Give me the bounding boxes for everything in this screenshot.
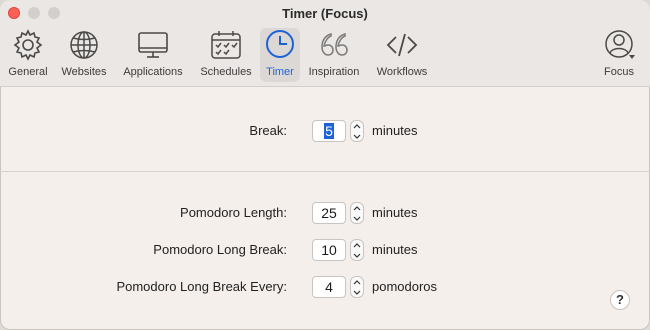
quote-icon <box>321 33 348 56</box>
toolbar-item-websites[interactable]: Websites <box>58 28 110 82</box>
toolbar-label-focus: Focus <box>604 66 634 78</box>
window-title: Timer (Focus) <box>282 6 368 21</box>
break-unit: minutes <box>372 123 418 138</box>
section-divider <box>0 171 650 172</box>
calendar-icon <box>211 31 241 59</box>
pomodoro-length-stepper[interactable] <box>350 202 364 224</box>
stepper-up-icon[interactable] <box>351 203 363 213</box>
pomodoro-long-break-every-label: Pomodoro Long Break Every: <box>116 279 287 294</box>
pomodoro-long-break-every-stepper[interactable] <box>350 276 364 298</box>
pomodoro-long-break-unit: minutes <box>372 242 418 257</box>
toolbar-label-workflows: Workflows <box>376 66 428 78</box>
stepper-up-icon[interactable] <box>351 240 363 250</box>
toolbar-label-applications: Applications <box>123 66 183 78</box>
stepper-up-icon[interactable] <box>351 277 363 287</box>
toolbar-item-applications[interactable]: Applications <box>118 28 188 82</box>
gear-icon <box>13 29 43 61</box>
stepper-down-icon[interactable] <box>351 131 363 141</box>
toolbar-item-general[interactable]: General <box>4 28 52 82</box>
toolbar-item-schedules[interactable]: Schedules <box>196 28 256 82</box>
toolbar-label-general: General <box>8 66 48 78</box>
pomodoro-length-label: Pomodoro Length: <box>180 205 287 220</box>
pomodoro-length-unit: minutes <box>372 205 418 220</box>
help-button[interactable]: ? <box>610 290 630 310</box>
stepper-down-icon[interactable] <box>351 213 363 223</box>
toolbar-label-websites: Websites <box>61 66 107 78</box>
pomodoro-length-field[interactable]: 25 <box>312 202 346 224</box>
chevron-down-icon <box>629 55 635 59</box>
pomodoro-long-break-label: Pomodoro Long Break: <box>153 242 287 257</box>
account-icon <box>605 30 635 59</box>
monitor-icon <box>138 32 168 58</box>
break-field[interactable]: 5 <box>312 120 346 142</box>
toolbar-item-focus[interactable]: Focus <box>596 28 642 82</box>
toolbar-label-inspiration: Inspiration <box>308 66 360 78</box>
toolbar-item-workflows[interactable]: Workflows <box>372 28 432 82</box>
clock-icon <box>266 30 294 58</box>
globe-icon <box>70 31 98 59</box>
break-value: 5 <box>324 123 334 139</box>
pomodoro-long-break-field[interactable]: 10 <box>312 239 346 261</box>
toolbar-label-schedules: Schedules <box>200 66 252 78</box>
break-label: Break: <box>249 123 287 138</box>
preferences-window: Timer (Focus) General Websites Applicati… <box>0 0 650 330</box>
pomodoro-long-break-stepper[interactable] <box>350 239 364 261</box>
stepper-up-icon[interactable] <box>351 121 363 131</box>
titlebar: Timer (Focus) General Websites Applicati… <box>0 0 650 87</box>
toolbar-label-timer: Timer <box>266 66 294 78</box>
pomodoro-long-break-every-unit: pomodoros <box>372 279 438 294</box>
stepper-down-icon[interactable] <box>351 250 363 260</box>
break-stepper[interactable] <box>350 120 364 142</box>
stepper-down-icon[interactable] <box>351 287 363 297</box>
toolbar-item-timer[interactable]: Timer <box>260 28 300 82</box>
toolbar-item-inspiration[interactable]: Inspiration <box>304 28 364 82</box>
code-icon <box>386 33 418 57</box>
pomodoro-long-break-every-field[interactable]: 4 <box>312 276 346 298</box>
